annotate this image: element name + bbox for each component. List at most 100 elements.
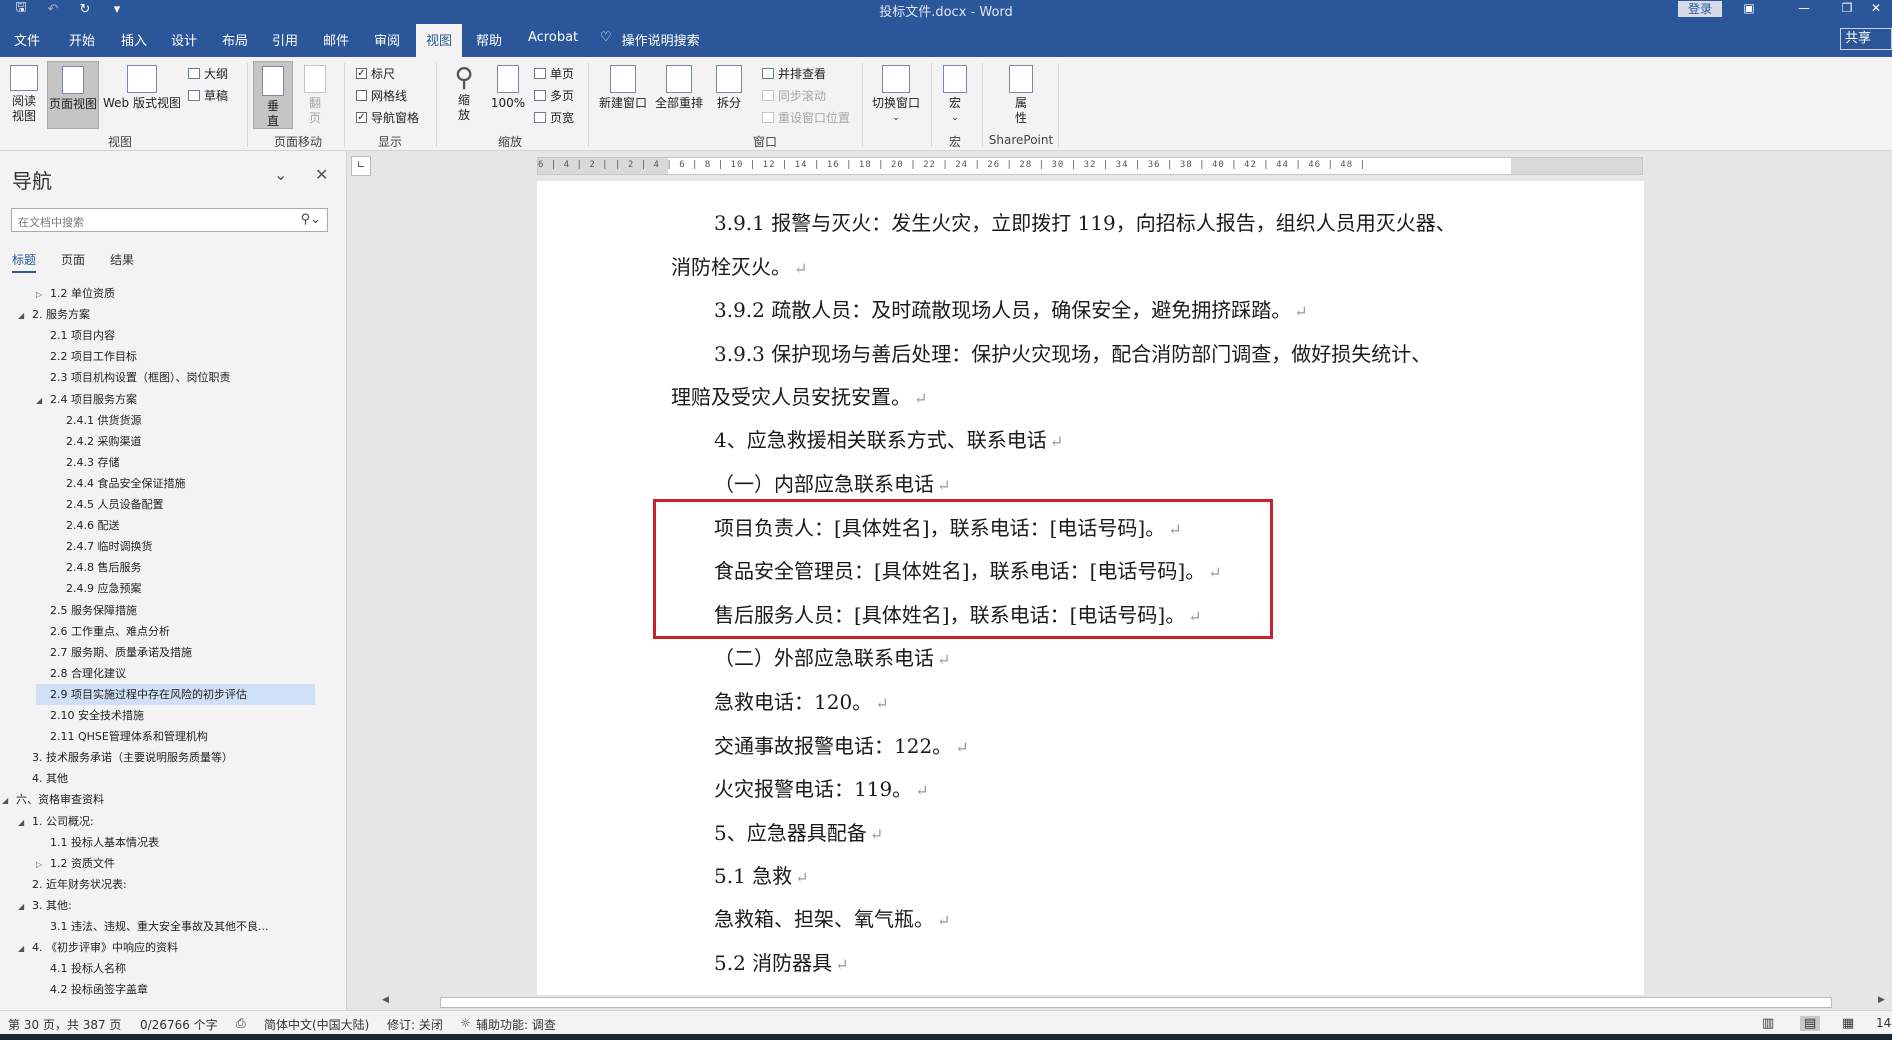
nav-heading-item[interactable]: 2.7 服务期、质量承诺及措施 — [36, 642, 192, 663]
print-layout-button[interactable]: 页面视图 — [47, 61, 99, 129]
nav-heading-item[interactable]: ◢ 1. 公司概况: — [18, 811, 94, 832]
document-paragraph[interactable]: 5、应急器具配备 ↵ — [714, 817, 883, 846]
tab-design[interactable]: 设计 — [171, 30, 197, 49]
horizontal-scrollbar[interactable]: ◀ ▶ — [380, 995, 1892, 1010]
tab-headings[interactable]: 标题 — [12, 251, 37, 273]
nav-heading-item[interactable]: 2.4.4 食品安全保证措施 — [52, 473, 186, 494]
tab-references[interactable]: 引用 — [272, 30, 298, 49]
tab-layout[interactable]: 布局 — [222, 30, 248, 49]
search-icon[interactable]: ⚲⌄ — [301, 212, 321, 227]
outline-button[interactable]: 大纲 — [188, 65, 228, 82]
arrange-all-button[interactable]: 全部重排 — [652, 65, 706, 111]
scrollbar-thumb[interactable] — [440, 997, 1832, 1008]
sync-scroll-button[interactable]: 同步滚动 — [762, 87, 826, 104]
ribbon-display-options-icon[interactable]: ▣ — [1727, 0, 1771, 18]
split-button[interactable]: 拆分 — [712, 65, 746, 111]
document-paragraph[interactable]: 火灾报警电话：119。 ↵ — [714, 773, 929, 802]
nav-heading-item[interactable]: ◢ 4. 《初步评审》中响应的资料 — [18, 937, 178, 958]
ruler-checkbox[interactable]: ✓ 标尺 — [356, 65, 395, 82]
collapse-arrow-icon[interactable]: ◢ — [18, 305, 32, 326]
nav-heading-item[interactable]: 2.8 合理化建议 — [36, 663, 126, 684]
zoom-100-button[interactable]: 100% — [488, 65, 528, 111]
side-to-side-button[interactable]: 翻页 — [297, 65, 333, 126]
nav-heading-item[interactable]: 2.6 工作重点、难点分析 — [36, 621, 170, 642]
reset-window-position-button[interactable]: 重设窗口位置 — [762, 109, 850, 126]
document-paragraph[interactable]: 急救箱、担架、氧气瓶。 ↵ — [714, 903, 950, 932]
tab-pages[interactable]: 页面 — [61, 251, 85, 268]
nav-heading-item[interactable]: 2.4.5 人员设备配置 — [52, 494, 164, 515]
nav-heading-item[interactable]: 2.5 服务保障措施 — [36, 600, 137, 621]
document-paragraph[interactable]: 3.9.1 报警与灭火：发生火灾，立即拨打 119，向招标人报告，组织人员用灭火… — [714, 207, 1456, 236]
nav-heading-item[interactable]: 2.10 安全技术措施 — [36, 705, 144, 726]
nav-heading-item[interactable]: 3.1 违法、违规、重大安全事故及其他不良... — [36, 916, 268, 937]
horizontal-ruler[interactable]: 6 | 4 | 2 | | 2 | 4 | 6 | 8 | 10 | 12 | … — [537, 157, 1643, 175]
switch-windows-button[interactable]: 切换窗口 ⌄ — [868, 65, 924, 126]
collapse-arrow-icon[interactable]: ◢ — [36, 390, 50, 411]
nav-heading-item[interactable]: ◢ 3. 其他: — [18, 895, 72, 916]
nav-heading-item[interactable]: ▷ 1.2 资质文件 — [36, 853, 115, 874]
nav-heading-item[interactable]: 2.4.9 应急预案 — [52, 578, 142, 599]
nav-heading-item[interactable]: 2.4.6 配送 — [52, 515, 120, 536]
nav-search-input[interactable]: 在文档中搜索 ⚲⌄ — [11, 208, 328, 232]
close-icon[interactable]: ✕ — [315, 165, 328, 184]
read-mode-button[interactable]: 阅读视图 — [6, 65, 42, 124]
document-paragraph[interactable]: 5.2 消防器具 ↵ — [714, 947, 849, 976]
properties-button[interactable]: 属性 — [1004, 65, 1038, 126]
word-count[interactable]: 0/26766 个字 — [140, 1016, 218, 1033]
gridlines-checkbox[interactable]: 网格线 — [356, 87, 407, 104]
collapse-arrow-icon[interactable]: ◢ — [18, 938, 32, 959]
tab-results[interactable]: 结果 — [110, 251, 134, 268]
nav-heading-item[interactable]: 2.9 项目实施过程中存在风险的初步评估 — [36, 683, 315, 705]
scroll-right-icon[interactable]: ▶ — [1878, 995, 1885, 1005]
print-layout-status-icon[interactable]: ▤ — [1800, 1016, 1821, 1031]
nav-heading-item[interactable]: 2.4.3 存储 — [52, 452, 120, 473]
one-page-button[interactable]: 单页 — [534, 65, 574, 82]
tab-mailings[interactable]: 邮件 — [323, 30, 349, 49]
nav-heading-item[interactable]: 2.4.2 采购渠道 — [52, 431, 142, 452]
zoom-level[interactable]: 14 — [1876, 1016, 1891, 1030]
nav-heading-item[interactable]: 2.4.1 供货货源 — [52, 410, 142, 431]
nav-heading-item[interactable]: 2.1 项目内容 — [36, 325, 115, 346]
document-paragraph[interactable]: （二）外部应急联系电话 ↵ — [714, 642, 950, 671]
chevron-down-icon[interactable]: ⌄ — [274, 165, 287, 184]
tell-me-search[interactable]: ♡ 操作说明搜索 — [600, 30, 700, 49]
close-icon[interactable]: ✕ — [1860, 0, 1892, 18]
web-layout-status-icon[interactable]: ▦ — [1842, 1016, 1854, 1031]
track-changes-status[interactable]: 修订: 关闭 — [387, 1016, 443, 1033]
vertical-button[interactable]: 垂直 — [253, 61, 293, 129]
nav-heading-item[interactable]: ◢ 六、资格审查资料 — [2, 789, 104, 810]
nav-heading-item[interactable]: 2.4.7 临时调换货 — [52, 536, 153, 557]
nav-heading-item[interactable]: ◢ 2.4 项目服务方案 — [36, 389, 137, 410]
page-width-button[interactable]: 页宽 — [534, 109, 574, 126]
tab-help[interactable]: 帮助 — [476, 30, 502, 49]
tab-view[interactable]: 视图 — [416, 24, 463, 57]
page-count[interactable]: 第 30 页，共 387 页 — [8, 1016, 121, 1033]
document-paragraph[interactable]: 3.9.3 保护现场与善后处理：保护火灾现场，配合消防部门调查，做好损失统计、 — [714, 338, 1431, 367]
document-paragraph[interactable]: （一）内部应急联系电话 ↵ — [714, 468, 950, 497]
draft-button[interactable]: 草稿 — [188, 87, 228, 104]
language-status[interactable]: 简体中文(中国大陆) — [264, 1016, 369, 1033]
tab-review[interactable]: 审阅 — [374, 30, 400, 49]
document-paragraph[interactable]: 消防栓灭火。 ↵ — [671, 251, 807, 280]
document-paragraph[interactable]: 交通事故报警电话：122。 ↵ — [714, 730, 969, 759]
minimize-icon[interactable]: — — [1782, 0, 1826, 18]
read-mode-status-icon[interactable]: ▥ — [1762, 1016, 1774, 1031]
nav-heading-item[interactable]: 2.11 QHSE管理体系和管理机构 — [36, 726, 208, 747]
tab-acrobat[interactable]: Acrobat — [528, 30, 578, 45]
zoom-button[interactable]: ⚲ 缩放 — [446, 63, 482, 123]
nav-heading-item[interactable]: 2.4.8 售后服务 — [52, 557, 142, 578]
macros-button[interactable]: 宏 ⌄ — [940, 65, 970, 126]
collapse-arrow-icon[interactable]: ◢ — [2, 790, 16, 811]
tab-insert[interactable]: 插入 — [121, 30, 147, 49]
nav-pane-checkbox[interactable]: ✓ 导航窗格 — [356, 109, 419, 126]
tab-home[interactable]: 开始 — [69, 30, 95, 49]
nav-heading-item[interactable]: 4.1 投标人名称 — [36, 958, 126, 979]
nav-heading-item[interactable]: ▷ 1.2 单位资质 — [36, 283, 115, 304]
share-button[interactable]: 共享 — [1840, 28, 1892, 50]
web-layout-button[interactable]: Web 版式视图 — [102, 65, 182, 111]
nav-heading-item[interactable]: 4. 其他 — [18, 768, 68, 789]
collapse-arrow-icon[interactable]: ◢ — [18, 896, 32, 917]
proofing-icon[interactable]: ⎙ — [236, 1016, 246, 1031]
tab-file[interactable]: 文件 — [14, 30, 40, 49]
tab-selector-icon[interactable]: ∟ — [351, 156, 371, 176]
